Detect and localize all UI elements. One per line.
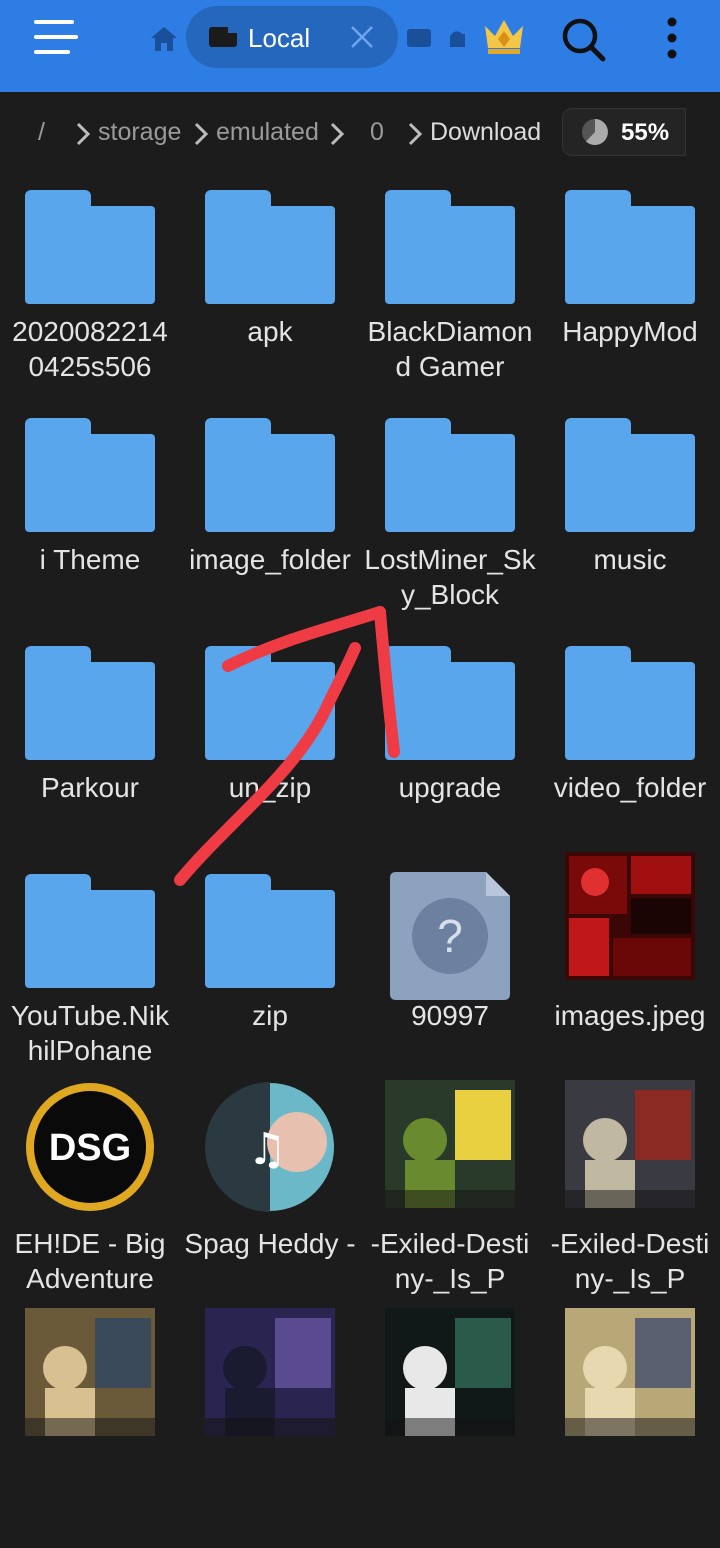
file-name: 2020082214 0425s506	[12, 316, 168, 382]
breadcrumb-root[interactable]: /	[38, 118, 45, 147]
folder-icon	[25, 418, 155, 538]
file-name: images.jpeg	[554, 1000, 706, 1031]
tab-icon[interactable]	[406, 28, 432, 48]
file-item[interactable]: i Theme	[0, 408, 180, 636]
file-name: -Exiled-Destiny-_Is_P	[550, 1228, 710, 1294]
folder-icon	[25, 190, 155, 310]
file-name: 90997	[411, 1000, 489, 1031]
file-item[interactable]	[540, 1308, 720, 1548]
svg-text:?: ?	[437, 910, 463, 962]
unknown-file-icon: ?	[390, 872, 520, 1000]
audio-thumbnail: ♫	[205, 1082, 335, 1212]
file-name: zip	[252, 1000, 288, 1031]
breadcrumb-emulated[interactable]: emulated	[216, 118, 319, 147]
top-app-bar: Local	[0, 0, 720, 92]
file-item[interactable]: apk	[180, 180, 360, 408]
storage-usage-percent: 55%	[621, 119, 670, 146]
file-item[interactable]	[180, 1308, 360, 1548]
folder-icon	[385, 646, 515, 766]
file-item[interactable]: images.jpeg	[540, 852, 720, 1092]
breadcrumb-storage[interactable]: storage	[98, 118, 181, 147]
file-item[interactable]: -Exiled-Destiny-_Is_P	[540, 1080, 720, 1320]
file-name: apk	[247, 316, 293, 347]
folder-icon	[385, 190, 515, 310]
chevron-right-icon	[408, 122, 422, 146]
search-icon[interactable]	[560, 16, 606, 62]
folder-icon	[205, 646, 335, 766]
file-item[interactable]	[360, 1308, 540, 1548]
file-item[interactable]: un_zip	[180, 636, 360, 864]
file-name: i Theme	[39, 544, 141, 575]
close-icon[interactable]	[348, 23, 376, 51]
file-name: YouTube.NikhilPohane	[10, 1000, 170, 1066]
file-item[interactable]	[0, 1308, 180, 1548]
file-item[interactable]: video_folder	[540, 636, 720, 864]
file-item[interactable]: image_folder	[180, 408, 360, 636]
breadcrumb-0[interactable]: 0	[370, 118, 384, 147]
storage-pie-icon	[582, 119, 608, 145]
file-item[interactable]: 2020082214 0425s506	[0, 180, 180, 408]
file-name: LostMiner_Sky_Block	[364, 544, 536, 610]
audio-thumbnail: DSG	[25, 1082, 155, 1211]
video-thumbnail	[385, 1308, 515, 1436]
chevron-right-icon	[76, 122, 90, 146]
menu-icon[interactable]	[34, 20, 78, 56]
file-item[interactable]: ? 90997	[360, 864, 540, 1092]
svg-text:DSG: DSG	[49, 1127, 131, 1169]
image-thumbnail	[565, 852, 695, 980]
file-item[interactable]: DSG EH!DE - Big Adventure	[0, 1083, 180, 1320]
file-name: upgrade	[398, 772, 502, 803]
folder-icon	[565, 646, 695, 766]
file-name: video_folder	[553, 772, 707, 803]
folder-icon	[205, 874, 335, 994]
folder-icon	[565, 418, 695, 538]
file-name: Spag Heddy -	[184, 1228, 356, 1259]
file-item[interactable]: zip	[180, 864, 360, 1092]
file-name: music	[593, 544, 667, 575]
video-thumbnail	[205, 1308, 335, 1436]
folder-icon	[565, 190, 695, 310]
file-item[interactable]: music	[540, 408, 720, 636]
more-options-icon[interactable]	[660, 16, 684, 62]
file-name: EH!DE - Big Adventure	[14, 1228, 166, 1294]
breadcrumb-download[interactable]: Download	[430, 118, 541, 147]
chevron-right-icon	[194, 122, 208, 146]
tab-label: Local	[248, 23, 311, 53]
file-item[interactable]: LostMiner_Sky_Block	[360, 408, 540, 636]
file-item[interactable]: -Exiled-Destiny-_Is_P	[360, 1080, 540, 1320]
file-name: un_zip	[228, 772, 312, 803]
folder-icon	[205, 190, 335, 310]
folder-icon	[25, 874, 155, 994]
folder-icon	[25, 646, 155, 766]
file-item[interactable]: YouTube.NikhilPohane	[0, 864, 180, 1092]
crown-icon[interactable]	[482, 16, 526, 56]
file-name: Parkour	[40, 772, 140, 803]
chevron-right-icon	[330, 122, 344, 146]
home-icon[interactable]	[150, 26, 178, 52]
file-name: BlackDiamond Gamer	[367, 316, 533, 382]
folder-icon	[385, 418, 515, 538]
video-thumbnail	[25, 1308, 155, 1436]
file-name: -Exiled-Destiny-_Is_P	[370, 1228, 530, 1294]
breadcrumb: / storage emulated 0 Download 55%	[0, 96, 720, 172]
folder-icon	[205, 418, 335, 538]
video-thumbnail	[565, 1080, 695, 1208]
tab-local[interactable]: Local	[186, 6, 398, 68]
sd-card-icon	[209, 27, 237, 47]
file-item[interactable]: HappyMod	[540, 180, 720, 408]
file-name: image_folder	[189, 544, 351, 575]
file-item[interactable]: upgrade	[360, 636, 540, 864]
file-name: HappyMod	[562, 316, 698, 347]
file-item[interactable]: Parkour	[0, 636, 180, 864]
storage-usage-badge[interactable]: 55%	[562, 108, 686, 156]
svg-text:♫: ♫	[247, 1124, 286, 1175]
cloud-icon[interactable]	[446, 28, 466, 48]
video-thumbnail	[565, 1308, 695, 1436]
file-item[interactable]: ♫ Spag Heddy -	[180, 1082, 360, 1320]
file-item[interactable]: BlackDiamond Gamer	[360, 180, 540, 408]
video-thumbnail	[385, 1080, 515, 1208]
